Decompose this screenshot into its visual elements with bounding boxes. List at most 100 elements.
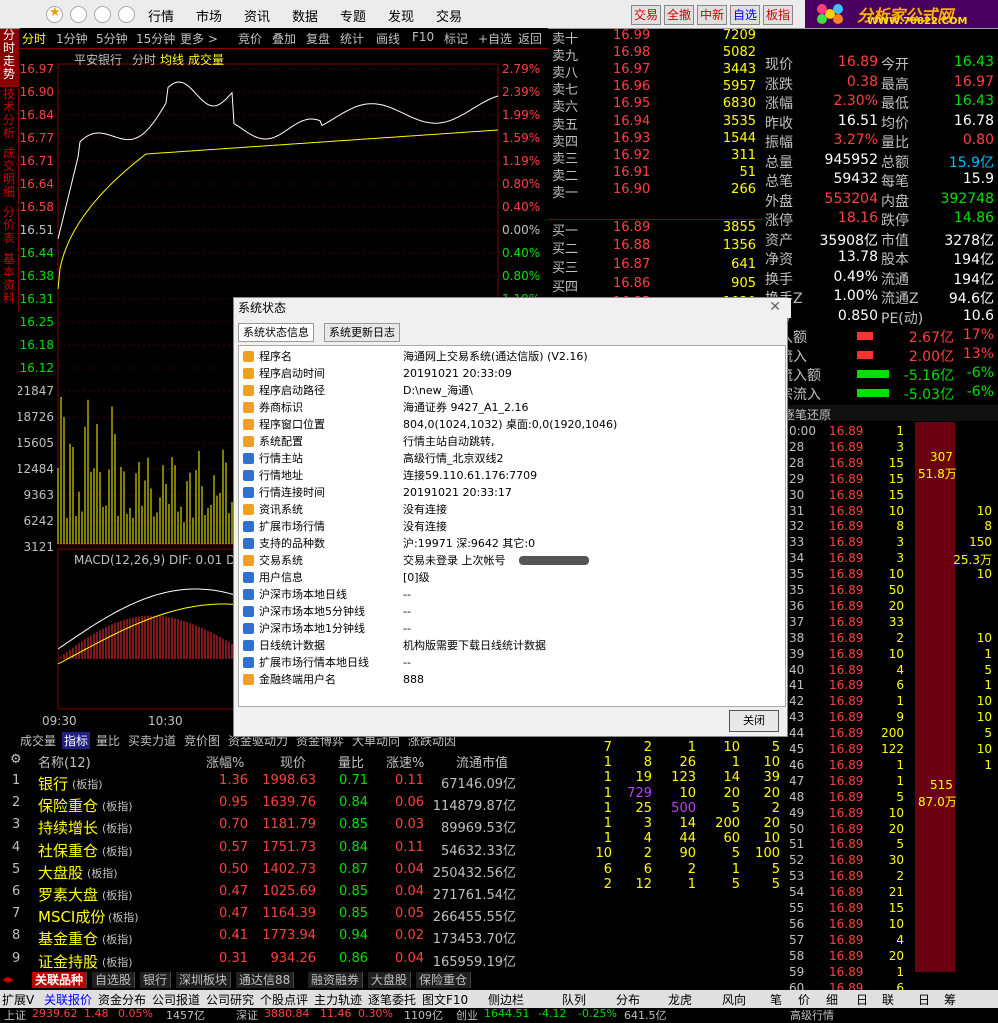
footer-right-tab[interactable]: 细 bbox=[826, 991, 838, 1008]
footer-right-tab[interactable]: 风向 bbox=[722, 991, 746, 1008]
col-volratio[interactable]: 量比 bbox=[338, 752, 364, 771]
tab-more[interactable]: 更多 > bbox=[180, 30, 218, 47]
footer-right-tab[interactable]: 日 bbox=[856, 991, 868, 1008]
status-row[interactable]: 交易系统 交易未登录 上次帐号 bbox=[239, 552, 785, 569]
table-row[interactable]: 2 保险重仓 (板指) 0.95 1639.76 0.84 0.06 114879.87亿 bbox=[0, 793, 548, 815]
bid-row[interactable]: 买二 16.88 1356 bbox=[549, 238, 762, 257]
trade-button[interactable]: 交易 bbox=[631, 5, 662, 25]
new-stock-button[interactable]: 中新 bbox=[697, 5, 728, 25]
col-name[interactable]: 名称(12) bbox=[38, 752, 91, 771]
star-icon[interactable]: ★ bbox=[46, 5, 63, 23]
tab-auction[interactable]: 竞价 bbox=[238, 30, 262, 47]
sidetab-price-table[interactable]: 分价表 bbox=[0, 206, 19, 252]
status-row[interactable]: 扩展市场行情本地日线 -- bbox=[239, 654, 785, 671]
sector-index-button[interactable]: 板指 bbox=[763, 5, 794, 25]
bid-row[interactable]: 买三 16.87 641 bbox=[549, 257, 762, 276]
table-row[interactable]: 7 MSCI成份 (板指) 0.47 1164.39 0.85 0.05 266455.55亿 bbox=[0, 904, 548, 926]
menu-item-faxian[interactable]: 发现 bbox=[388, 6, 414, 25]
tab-stats[interactable]: 统计 bbox=[340, 30, 364, 47]
menu-item-zhuanti[interactable]: 专题 bbox=[340, 6, 366, 25]
table-row[interactable]: 1 银行 (板指) 1.36 1998.63 0.71 0.11 67146.09亿 bbox=[0, 771, 548, 793]
menu-item-shuju[interactable]: 数据 bbox=[292, 6, 318, 25]
status-row[interactable]: 行情连接时间 20191021 20:33:17 bbox=[239, 484, 785, 501]
tab-f10[interactable]: F10 bbox=[412, 30, 434, 44]
menu-item-hangqing[interactable]: 行情 bbox=[148, 6, 174, 25]
indicator-tab[interactable]: 成交量 bbox=[18, 732, 58, 749]
status-row[interactable]: 系统配置 行情主站自动跳转, bbox=[239, 433, 785, 450]
tab-intraday[interactable]: 分时 bbox=[22, 30, 46, 47]
sidetab-intraday[interactable]: 分时走势 bbox=[0, 29, 19, 87]
status-row[interactable]: 行情主站 高级行情_北京双线2 bbox=[239, 450, 785, 467]
indicator-tab[interactable]: 竞价图 bbox=[182, 732, 222, 749]
table-row[interactable]: 4 社保重仓 (板指) 0.57 1751.73 0.84 0.11 54632.33亿 bbox=[0, 838, 548, 860]
footer-tool[interactable]: 资金分布 bbox=[98, 991, 146, 1008]
bid-row[interactable]: 买四 16.86 905 bbox=[549, 276, 762, 295]
indicator-tab[interactable]: 量比 bbox=[94, 732, 122, 749]
settings-icon[interactable]: ⚙ bbox=[10, 752, 22, 767]
tab-replay[interactable]: 复盘 bbox=[306, 30, 330, 47]
status-row[interactable]: 程序启动时间 20191021 20:33:09 bbox=[239, 365, 785, 382]
menu-item-zixun[interactable]: 资讯 bbox=[244, 6, 270, 25]
status-row[interactable]: 金融终端用户名 888 bbox=[239, 671, 785, 688]
nav-forward-icon[interactable] bbox=[94, 6, 111, 23]
indicator-tab[interactable]: 买卖力道 bbox=[126, 732, 178, 749]
indicator-tab[interactable]: 指标 bbox=[62, 732, 91, 749]
sidetab-trades[interactable]: 成交明细 bbox=[0, 147, 19, 205]
watchlist-button[interactable]: 自选 bbox=[730, 5, 761, 25]
sheet-tab[interactable]: 银行 bbox=[140, 972, 172, 988]
nav-back-icon[interactable] bbox=[70, 6, 87, 23]
close-button[interactable]: 关闭 bbox=[729, 710, 779, 732]
status-row[interactable]: 程序窗口位置 804,0(1024,1032) 桌面:0,0(1920,1046) bbox=[239, 416, 785, 433]
status-row[interactable]: 沪深市场本地日线 -- bbox=[239, 586, 785, 603]
footer-right-tab[interactable]: 日 bbox=[918, 991, 930, 1008]
ask-row[interactable]: 卖一 16.90 266 bbox=[549, 182, 762, 201]
tab-add-watch[interactable]: +自选 bbox=[478, 30, 512, 47]
dialog-close-icon[interactable]: ✕ bbox=[769, 299, 781, 315]
sheet-nav-arrows-icon[interactable]: ◂▸ bbox=[2, 972, 14, 986]
status-row[interactable]: 沪深市场本地5分钟线 -- bbox=[239, 603, 785, 620]
sheet-tab[interactable]: 融资融券 bbox=[308, 972, 364, 988]
refresh-icon[interactable] bbox=[118, 6, 135, 23]
status-row[interactable]: 扩展市场行情 没有连接 bbox=[239, 518, 785, 535]
col-mktcap[interactable]: 流通市值 bbox=[456, 752, 508, 771]
sheet-tab[interactable]: 通达信88 bbox=[236, 972, 295, 988]
footer-tool[interactable]: 公司研究 bbox=[206, 991, 254, 1008]
tab-mark[interactable]: 标记 bbox=[444, 30, 468, 47]
table-row[interactable]: 9 证金持股 (板指) 0.31 934.26 0.86 0.04 165959.19亿 bbox=[0, 949, 548, 971]
sheet-tab[interactable]: 关联品种 bbox=[32, 972, 88, 988]
sheet-tab[interactable]: 大盘股 bbox=[368, 972, 412, 988]
tab-draw[interactable]: 画线 bbox=[376, 30, 400, 47]
bid-row[interactable]: 买一 16.89 3855 bbox=[549, 219, 762, 239]
sheet-tab[interactable]: 深圳板块 bbox=[176, 972, 232, 988]
tab-update-log[interactable]: 系统更新日志 bbox=[324, 323, 400, 342]
footer-tool[interactable]: 扩展V bbox=[2, 991, 34, 1008]
footer-tool[interactable]: 主力轨迹 bbox=[314, 991, 362, 1008]
status-row[interactable]: 沪深市场本地1分钟线 -- bbox=[239, 620, 785, 637]
footer-tool[interactable]: 逐笔委托 bbox=[368, 991, 416, 1008]
footer-right-tab[interactable]: 龙虎 bbox=[668, 991, 692, 1008]
tab-1min[interactable]: 1分钟 bbox=[56, 30, 88, 47]
table-row[interactable]: 5 大盘股 (板指) 0.50 1402.73 0.87 0.04 250432.56亿 bbox=[0, 860, 548, 882]
sheet-tab[interactable]: 自选股 bbox=[92, 972, 136, 988]
table-row[interactable]: 3 持续增长 (板指) 0.70 1181.79 0.85 0.03 89969.53亿 bbox=[0, 815, 548, 837]
col-speed[interactable]: 涨速% bbox=[386, 752, 424, 771]
footer-right-tab[interactable]: 分布 bbox=[616, 991, 640, 1008]
col-change[interactable]: 涨幅% bbox=[206, 752, 244, 771]
status-row[interactable]: 程序启动路径 D:\new_海通\ bbox=[239, 382, 785, 399]
footer-tool[interactable]: 关联报价 bbox=[44, 991, 92, 1008]
footer-right-tab[interactable]: 笔 bbox=[770, 991, 782, 1008]
footer-tool[interactable]: 个股点评 bbox=[260, 991, 308, 1008]
footer-tool[interactable]: 公司报道 bbox=[152, 991, 200, 1008]
status-row[interactable]: 支持的品种数 沪:19971 深:9642 其它:0 bbox=[239, 535, 785, 552]
tab-5min[interactable]: 5分钟 bbox=[96, 30, 128, 47]
status-row[interactable]: 用户信息 [0]级 bbox=[239, 569, 785, 586]
status-row[interactable]: 日线统计数据 机构版需要下载日线统计数据 bbox=[239, 637, 785, 654]
menu-item-jiaoyi[interactable]: 交易 bbox=[436, 6, 462, 25]
footer-right-tab[interactable]: 队列 bbox=[562, 991, 586, 1008]
status-row[interactable]: 资讯系统 没有连接 bbox=[239, 501, 785, 518]
table-row[interactable]: 6 罗素大盘 (板指) 0.47 1025.69 0.85 0.04 271761.54亿 bbox=[0, 882, 548, 904]
cancel-all-button[interactable]: 全撤 bbox=[664, 5, 695, 25]
footer-tool[interactable]: 图文F10 bbox=[422, 991, 468, 1008]
status-row[interactable]: 程序名 海通网上交易系统(通达信版) (V2.16) bbox=[239, 348, 785, 365]
sheet-tab[interactable]: 保险重仓 bbox=[416, 972, 472, 988]
